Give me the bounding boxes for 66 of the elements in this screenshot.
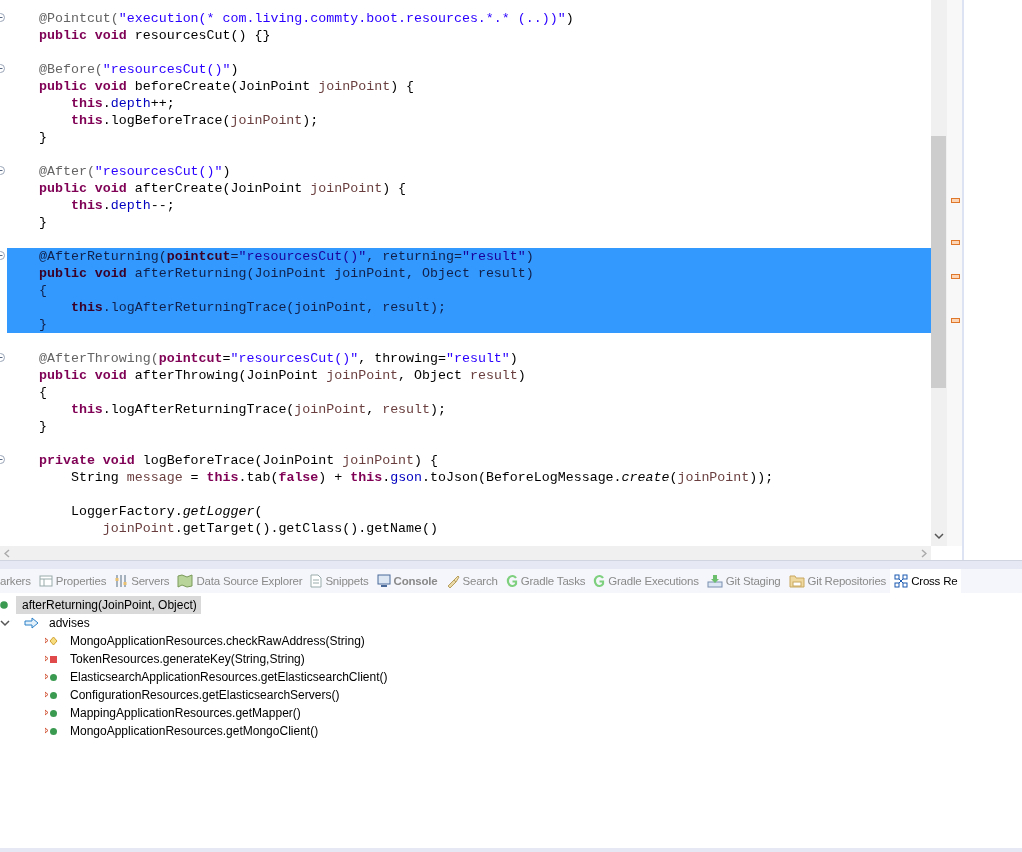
code-line: } — [38, 214, 48, 231]
view-tab[interactable]: Gradle Executions — [589, 569, 703, 593]
code-line: public void resourcesCut() {} — [38, 27, 272, 44]
code-line: public void afterThrowing(JoinPoint joinPoint, Object result) — [38, 367, 527, 384]
tree-item[interactable]: ElasticsearchApplicationResources.getElasticsearchClient() — [64, 668, 392, 686]
code-line: this.logBeforeTrace(joinPoint); — [69, 112, 320, 129]
monitor-icon — [376, 574, 391, 588]
method-default-icon — [45, 636, 58, 646]
view-tab[interactable]: Data Source Explorer — [173, 569, 307, 593]
tree-item[interactable]: advises — [43, 614, 94, 632]
tree-item[interactable]: MongoApplicationResources.getMongoClient() — [64, 722, 323, 740]
tree-item[interactable]: ConfigurationResources.getElasticsearchServers() — [64, 686, 344, 704]
download-tray-icon — [706, 574, 723, 588]
tree-item[interactable]: MappingApplicationResources.getMapper() — [64, 704, 305, 722]
code-line: this.depth--; — [69, 197, 176, 214]
tree-item[interactable]: afterReturning(JoinPoint, Object) — [16, 596, 201, 614]
method-public-icon — [45, 672, 58, 682]
gradle-g-icon — [505, 574, 518, 588]
arrow-right-icon — [24, 617, 40, 629]
code-line: } — [38, 129, 48, 146]
view-tab[interactable]: Cross Re — [890, 569, 962, 593]
code-line: private void logBeforeTrace(JoinPoint joinPoint) { — [38, 452, 439, 469]
method-public-icon — [45, 708, 58, 718]
code-line: String message = this.tab(false) + this.gson.toJson(BeforeLogMessage.create(joinPoint)); — [69, 469, 775, 486]
code-line: public void beforeCreate(JoinPoint joinPoint) { — [38, 78, 416, 95]
tree-item[interactable]: TokenResources.generateKey(String,String) — [64, 650, 309, 668]
view-tab[interactable]: Servers — [110, 569, 174, 593]
code-line: @AfterThrowing(pointcut="resourcesCut()", throwing="result") — [38, 350, 519, 367]
code-line: @After("resourcesCut()") — [38, 163, 232, 180]
view-tab[interactable]: Git Staging — [702, 569, 785, 593]
method-public-icon — [45, 690, 58, 700]
view-tab[interactable]: Gradle Tasks — [501, 569, 590, 593]
map-icon — [177, 574, 194, 588]
method-public-icon — [0, 600, 10, 610]
gradle-g-icon — [593, 574, 606, 588]
table-icon — [38, 574, 53, 588]
folder-icon — [788, 574, 805, 588]
method-public-icon — [45, 726, 58, 736]
occurrence-marker[interactable] — [951, 198, 960, 203]
document-icon — [310, 574, 323, 588]
flashlight-icon — [445, 574, 460, 588]
view-tab[interactable]: Search — [441, 569, 502, 593]
view-tab[interactable]: Git Repositories — [784, 569, 891, 593]
occurrence-marker[interactable] — [951, 274, 960, 279]
occurrence-marker[interactable] — [951, 318, 960, 323]
code-line: public void afterCreate(JoinPoint joinPoint) { — [38, 180, 408, 197]
code-line: joinPoint.getTarget().getClass().getName() — [101, 520, 439, 537]
diagram-icon — [894, 574, 909, 588]
code-line: } — [38, 418, 48, 435]
vertical-scrollbar[interactable] — [931, 0, 947, 546]
view-tab[interactable]: Properties — [34, 569, 111, 593]
code-line: LoggerFactory.getLogger( — [69, 503, 264, 520]
sliders-icon — [114, 574, 129, 588]
view-tab[interactable]: Console — [372, 569, 442, 593]
method-private-icon — [45, 654, 58, 664]
occurrence-marker[interactable] — [951, 240, 960, 245]
code-line: this.depth++; — [69, 95, 176, 112]
tree-item[interactable]: MongoApplicationResources.checkRawAddress(String) — [64, 632, 369, 650]
chevron-down-icon[interactable] — [934, 533, 944, 540]
view-tab[interactable]: arkers — [0, 569, 35, 593]
code-line: @Pointcut("execution(* com.living.commty.boot.resources.*.* (..))") — [38, 10, 575, 27]
code-line: { — [38, 384, 48, 401]
code-line: @Before("resourcesCut()") — [38, 61, 240, 78]
chevron-icon[interactable] — [0, 619, 10, 627]
view-tab[interactable]: Snippets — [306, 569, 373, 593]
code-line: this.logAfterReturningTrace(joinPoint, result); — [69, 401, 447, 418]
